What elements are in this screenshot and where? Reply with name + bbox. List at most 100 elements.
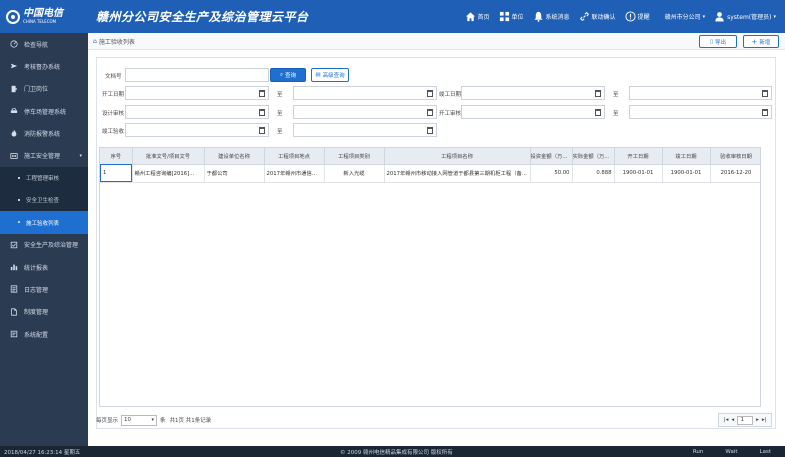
table-cell[interactable]: 2016-12-20 — [710, 164, 760, 183]
table-cell[interactable]: 50.00 — [530, 164, 573, 183]
first-page-icon[interactable]: |◂ — [724, 417, 729, 423]
acceptance-to-input[interactable] — [293, 123, 437, 137]
alert-icon — [625, 11, 636, 22]
fire-icon — [11, 130, 17, 137]
start-date-to-input[interactable] — [293, 86, 437, 100]
sidebar-item-parking[interactable]: 停车场管理系统 — [0, 100, 88, 122]
nav-messages[interactable]: 系统消息 — [533, 11, 570, 22]
advanced-search-button[interactable]: ▤ 高级查询 — [311, 68, 349, 82]
calendar-icon — [259, 127, 265, 134]
sidebar-subitem-safety-check[interactable]: 安全卫生检查 — [0, 189, 88, 212]
to-label: 至 — [613, 92, 619, 98]
nav-alert[interactable]: 提醒 — [625, 11, 650, 22]
search-button[interactable]: ⌕ 查询 — [270, 68, 306, 82]
doc-no-input[interactable] — [125, 68, 269, 82]
sidebar-item-fire-alarm[interactable]: 消防报警系统 — [0, 122, 88, 144]
sidebar-item-label: 系统配置 — [24, 331, 49, 339]
user-name: system(管理员) — [727, 14, 772, 21]
column-header[interactable]: 工程项目地点 — [264, 148, 325, 165]
end-date-to-input[interactable] — [629, 86, 772, 100]
add-button[interactable]: + 新增 — [743, 35, 779, 48]
to-label: 至 — [277, 129, 283, 135]
column-header[interactable]: 竣工日期 — [662, 148, 711, 165]
sidebar-item-construction-safety[interactable]: 施工安全管理 ▾ — [0, 144, 88, 166]
sidebar-subitem-acceptance-list[interactable]: 施工验收列表 — [0, 211, 88, 234]
sidebar-item-logs[interactable]: 日志管理 — [0, 278, 88, 300]
column-header[interactable]: 序号 — [100, 148, 133, 165]
end-date-from-input[interactable] — [461, 86, 605, 100]
end-date-label: 竣工日期 — [439, 92, 462, 98]
user-menu[interactable]: system(管理员) ▾ — [714, 11, 776, 22]
build-review-to-input[interactable] — [629, 105, 772, 119]
footer-status: Run Wait Last — [671, 449, 771, 455]
column-header[interactable]: 批准文号/项目文号 — [132, 148, 205, 165]
next-page-icon[interactable]: ▸ — [756, 417, 759, 423]
table-cell[interactable]: 1900-01-01 — [614, 164, 663, 183]
pagination-bar: 每页显示 10 ▾ 条 共1页 共1条记录 |◂ ◂ 1 ▸ ▸| — [96, 413, 776, 427]
acceptance-from-input[interactable] — [125, 123, 269, 137]
sidebar-item-system-config[interactable]: 系统配置 — [0, 323, 88, 345]
table-cell[interactable]: 1 — [100, 164, 133, 183]
shield-icon — [10, 241, 18, 249]
calendar-icon — [762, 90, 768, 97]
page-size-select[interactable]: 10 ▾ — [121, 414, 158, 426]
filter-row-docno: 文档号 ⌕ 查询 ▤ 高级查询 — [97, 68, 777, 82]
design-review-to-input[interactable] — [293, 105, 437, 119]
app-title: 赣州分公司安全生产及综治管理云平台 — [96, 10, 309, 24]
sidebar-subitem-project-review[interactable]: 工程管理审核 — [0, 166, 88, 190]
sidebar-item-label: 制度管理 — [24, 309, 49, 317]
sidebar-item-guard[interactable]: 门卫岗位 — [0, 78, 88, 100]
build-review-label: 开工审核 — [439, 111, 462, 117]
chevron-down-icon: ▾ — [702, 13, 706, 20]
prev-page-icon[interactable]: ◂ — [731, 417, 734, 423]
table-cell[interactable]: 于都公司 — [204, 164, 265, 183]
column-header[interactable]: 工程项目类别 — [324, 148, 385, 165]
nav-home[interactable]: 首页 — [465, 11, 490, 22]
org-select[interactable]: 赣州市分公司 ▾ — [665, 12, 706, 22]
sidebar-item-policies[interactable]: 制度管理 — [0, 301, 88, 323]
sidebar-item-inspection-nav[interactable]: 检查导航 — [0, 33, 88, 55]
guard-icon — [11, 85, 17, 92]
org-icon — [499, 11, 509, 22]
column-header[interactable]: 工程项目名称 — [384, 148, 531, 165]
table-cell[interactable]: 2017年赣州市移动接入网管道于都县第三期机柜工程（备... — [384, 164, 531, 183]
last-page-icon[interactable]: ▸| — [762, 417, 767, 423]
column-header[interactable]: 验收审核日期 — [710, 148, 760, 165]
doc-icon — [11, 308, 17, 316]
log-icon — [10, 285, 18, 294]
sidebar-item-label: 考核督办系统 — [24, 63, 61, 71]
filter-row-dates: 开工日期 至 竣工日期 至 — [97, 86, 777, 100]
table-cell[interactable]: 赣州工程咨询编[2016]... — [132, 164, 205, 183]
table-row[interactable]: 1 赣州工程咨询编[2016]... 于都公司 2017年赣州市通信管道... … — [100, 164, 760, 183]
table-cell[interactable]: 0.888 — [572, 164, 615, 183]
column-header[interactable]: 开工日期 — [614, 148, 663, 165]
nav-link-confirm[interactable]: 联动确认 — [579, 11, 616, 22]
status-wait: Wait — [725, 448, 738, 455]
filter-form: 文档号 ⌕ 查询 ▤ 高级查询 开工日期 至 竣工日期 至 设计审核 至 开工审… — [97, 58, 777, 144]
column-header[interactable]: 实际金额（万元） — [572, 148, 615, 165]
design-review-from-input[interactable] — [125, 105, 269, 119]
sidebar-item-label: 检查导航 — [24, 41, 49, 49]
nav-org[interactable]: 单位 — [499, 11, 524, 22]
brand-name-en: CHINA TELECOM — [23, 19, 57, 24]
sidebar-item-label: 安全生产及综治管理 — [24, 242, 79, 250]
sidebar-item-statistics[interactable]: 统计报表 — [0, 256, 88, 278]
export-button[interactable]: ▯ 导出 — [699, 35, 737, 48]
page-number-value: 1 — [740, 417, 745, 423]
sidebar-item-assessment[interactable]: 考核督办系统 — [0, 55, 88, 77]
table-cell[interactable]: 新入光缆 — [324, 164, 385, 183]
status-run: Run — [692, 448, 704, 455]
table-cell[interactable]: 1900-01-01 — [662, 164, 711, 183]
sidebar-item-safety-governance[interactable]: 安全生产及综治管理 — [0, 234, 88, 256]
page-number-input[interactable]: 1 — [737, 415, 754, 425]
build-review-from-input[interactable] — [461, 105, 605, 119]
acceptance-label: 竣工验收 — [102, 129, 125, 135]
column-header[interactable]: 建设单位名称 — [204, 148, 265, 165]
to-label: 至 — [277, 92, 283, 98]
table-cell[interactable]: 2017年赣州市通信管道... — [264, 164, 325, 183]
page-navigator: |◂ ◂ 1 ▸ ▸| — [718, 413, 772, 427]
start-date-from-input[interactable] — [125, 86, 269, 100]
calendar-icon — [595, 109, 601, 116]
sidebar-item-label: 统计报表 — [24, 264, 49, 272]
column-header[interactable]: 投资金额（万元） — [530, 148, 573, 165]
